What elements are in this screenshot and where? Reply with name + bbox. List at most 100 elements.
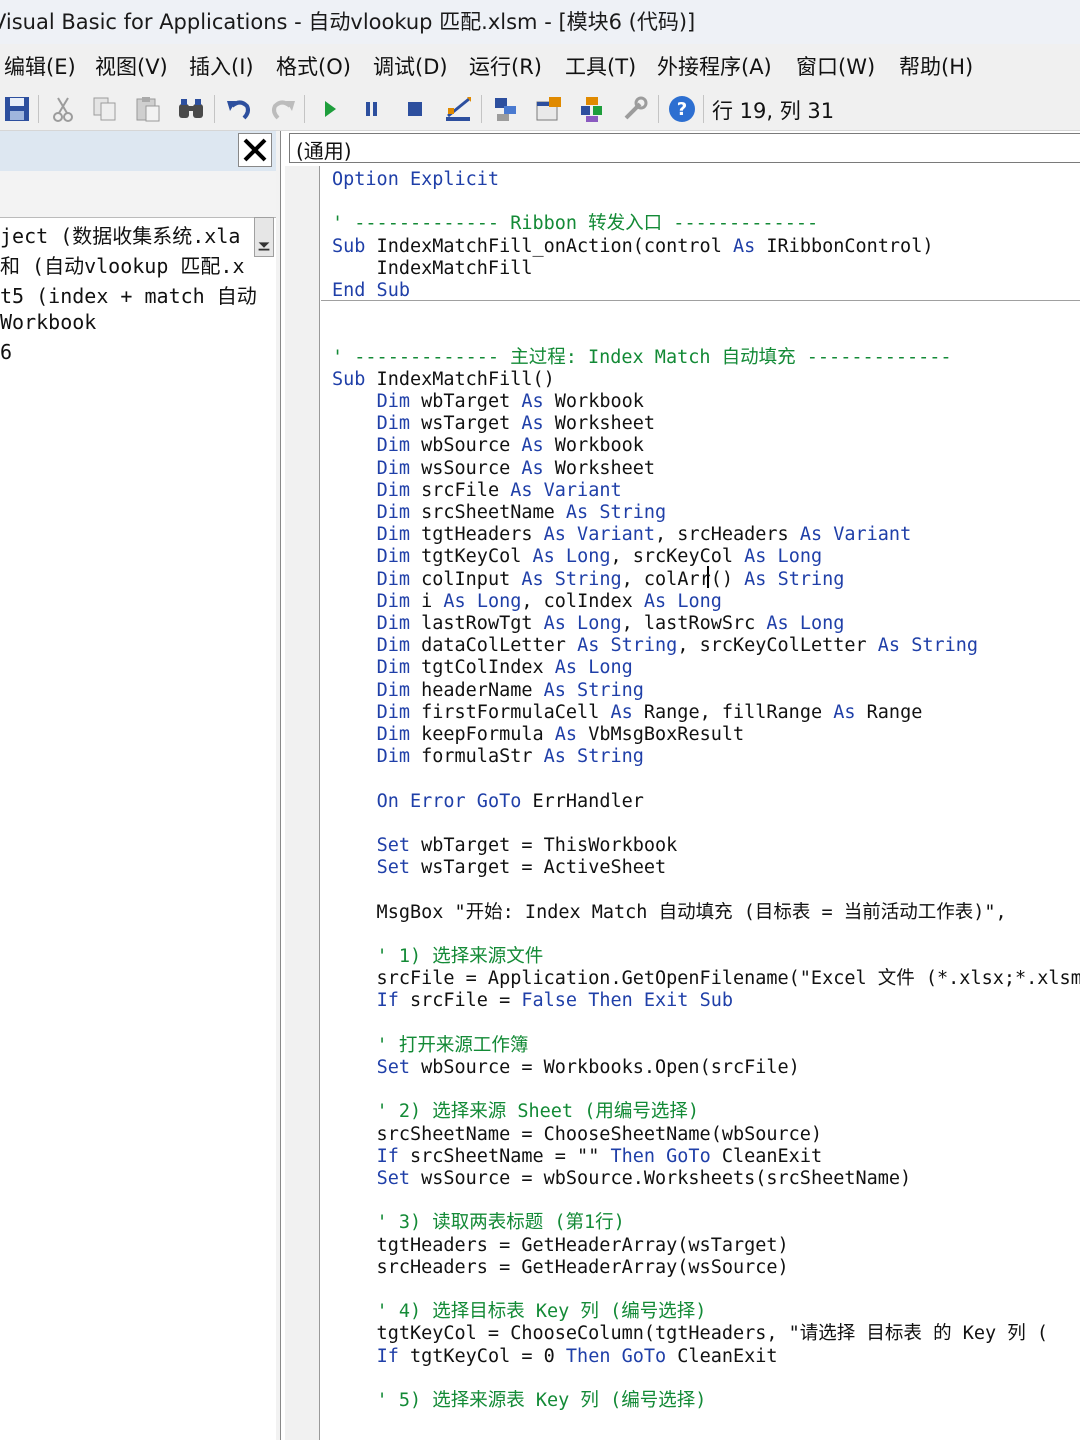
tree-item-workbook[interactable]: 和 (自动vlookup 匹配.x (0, 250, 245, 280)
code-line[interactable]: Dim formulaStr As String (332, 746, 644, 768)
copy-icon[interactable] (90, 94, 120, 124)
code-line[interactable]: Dim headerName As String (332, 680, 644, 702)
code-keyword: Set (376, 857, 410, 879)
code-line[interactable]: On Error GoTo ErrHandler (332, 791, 644, 813)
reset-icon[interactable] (400, 94, 430, 124)
tree-item-thisworkbook[interactable]: Workbook (0, 310, 96, 340)
code-text: , srcHeaders (655, 524, 800, 546)
code-comment: ' 打开来源工作簿 (332, 1034, 529, 1056)
code-keyword: Set (376, 835, 410, 856)
code-line[interactable]: ' 1) 选择来源文件 (332, 946, 544, 968)
code-editor[interactable]: Option Explicit ' ------------- Ribbon 转发… (321, 166, 1080, 1440)
code-line[interactable]: Dim lastRowTgt As Long, lastRowSrc As Lo… (332, 613, 845, 635)
design-mode-icon[interactable] (443, 94, 473, 124)
code-keyword: As Long (554, 657, 633, 679)
code-line[interactable]: If srcFile = False Then Exit Sub (332, 990, 733, 1012)
object-combo-value: (通用) (296, 139, 352, 163)
object-combo[interactable]: (通用) (289, 133, 1080, 163)
code-line[interactable]: Option Explicit (332, 169, 499, 191)
menu-tools[interactable]: 工具(T) (565, 51, 636, 81)
code-line[interactable]: Set wsTarget = ActiveSheet (332, 857, 667, 879)
code-line[interactable]: ' 4) 选择目标表 Key 列 (编号选择) (332, 1301, 707, 1323)
code-line[interactable]: Dim tgtHeaders As Variant, srcHeaders As… (332, 524, 912, 546)
code-keyword: As Long (532, 546, 611, 568)
object-browser-icon[interactable] (577, 94, 607, 124)
code-line[interactable]: Dim srcFile As Variant (332, 480, 622, 502)
code-line[interactable]: MsgBox "开始: Index Match 自动填充 (目标表 = 当前活动… (332, 902, 1007, 924)
break-icon[interactable] (357, 94, 387, 124)
menu-insert[interactable]: 插入(I) (189, 51, 254, 81)
code-text: Workbook (543, 391, 644, 412)
code-line[interactable]: srcHeaders = GetHeaderArray(wsSource) (332, 1257, 789, 1279)
code-keyword: On Error GoTo (376, 790, 522, 812)
menu-window[interactable]: 窗口(W) (796, 51, 875, 81)
code-line[interactable]: Set wsSource = wbSource.Worksheets(srcSh… (332, 1168, 912, 1190)
paste-icon[interactable] (133, 94, 163, 124)
margin-indicator-bar[interactable] (285, 166, 320, 1440)
code-line[interactable]: End Sub (332, 280, 410, 302)
save-icon[interactable] (2, 94, 32, 124)
code-line[interactable]: If srcSheetName = "" Then GoTo CleanExit (332, 1146, 823, 1168)
scroll-down-icon[interactable] (254, 217, 274, 257)
code-line[interactable]: ' 2) 选择来源 Sheet (用编号选择) (332, 1101, 699, 1123)
code-line[interactable]: Sub IndexMatchFill_onAction(control As I… (332, 236, 933, 258)
code-keyword: Dim (376, 479, 410, 501)
code-line[interactable]: Dim srcSheetName As String (332, 502, 667, 524)
code-line[interactable]: Dim wbTarget As Workbook (332, 391, 644, 413)
menu-addins[interactable]: 外接程序(A) (657, 51, 772, 81)
toolbox-icon[interactable] (620, 94, 650, 124)
code-line[interactable]: Dim colInput As String, colArr() As Stri… (332, 568, 845, 591)
code-keyword: As String (521, 568, 622, 590)
properties-icon[interactable] (534, 94, 564, 124)
code-line[interactable]: ' 打开来源工作簿 (332, 1034, 529, 1057)
menu-debug[interactable]: 调试(D) (373, 51, 448, 81)
menu-edit[interactable]: 编辑(E) (4, 51, 76, 81)
code-line[interactable]: Set wbTarget = ThisWorkbook (332, 835, 678, 857)
code-line[interactable]: Dim wsTarget As Worksheet (332, 413, 655, 435)
code-keyword: Set (376, 1057, 410, 1078)
cut-icon[interactable] (48, 94, 78, 124)
code-line[interactable]: ' ------------- 主过程: Index Match 自动填充 --… (332, 347, 952, 369)
code-text: CleanExit (666, 1345, 778, 1367)
tree-item-module[interactable]: 6 (0, 340, 12, 370)
code-line[interactable]: IndexMatchFill (332, 258, 533, 280)
menu-help[interactable]: 帮助(H) (899, 51, 973, 81)
menu-format[interactable]: 格式(O) (276, 51, 351, 81)
menu-run[interactable]: 运行(R) (469, 51, 542, 81)
code-keyword: Dim (376, 568, 410, 590)
code-line[interactable]: Sub IndexMatchFill() (332, 369, 555, 391)
code-line[interactable]: Dim tgtColIndex As Long (332, 657, 633, 679)
code-line[interactable]: Dim i As Long, colIndex As Long (332, 591, 722, 613)
code-line[interactable]: tgtHeaders = GetHeaderArray(wsTarget) (332, 1235, 789, 1257)
code-keyword: Dim (376, 657, 410, 679)
code-text: headerName (409, 679, 544, 701)
title-bar: Visual Basic for Applications - 自动vlooku… (0, 0, 1080, 44)
code-line[interactable]: Dim tgtKeyCol As Long, srcKeyCol As Long (332, 546, 823, 568)
code-keyword: Dim (376, 391, 410, 412)
code-line[interactable]: tgtKeyCol = ChooseColumn(tgtHeaders, "请选… (332, 1323, 1049, 1345)
code-line[interactable]: Dim keepFormula As VbMsgBoxResult (332, 724, 745, 746)
code-line[interactable]: ' ------------- Ribbon 转发入口 ------------… (332, 213, 818, 235)
code-line[interactable]: Dim wsSource As Worksheet (332, 458, 655, 480)
redo-icon[interactable] (268, 94, 298, 124)
project-explorer-icon[interactable] (491, 94, 521, 124)
find-icon[interactable] (176, 94, 206, 124)
tree-item-sheet[interactable]: t5 (index + match 自动 (0, 280, 257, 310)
menu-view[interactable]: 视图(V) (95, 51, 168, 81)
tree-item-project[interactable]: ject (数据收集系统.xla (0, 220, 240, 250)
code-line[interactable]: Dim wbSource As Workbook (332, 435, 644, 457)
help-icon[interactable]: ? (667, 94, 697, 124)
close-icon[interactable] (238, 133, 272, 167)
code-line[interactable]: ' 3) 读取两表标题 (第1行) (332, 1212, 625, 1234)
code-line[interactable]: ' 5) 选择来源表 Key 列 (编号选择) (332, 1390, 707, 1412)
undo-icon[interactable] (224, 94, 254, 124)
code-line[interactable]: If tgtKeyCol = 0 Then GoTo CleanExit (332, 1346, 778, 1368)
code-line[interactable]: srcSheetName = ChooseSheetName(wbSource) (332, 1124, 823, 1146)
code-line[interactable]: Dim firstFormulaCell As Range, fillRange… (332, 702, 923, 724)
code-line[interactable]: Dim dataColLetter As String, srcKeyColLe… (332, 635, 978, 657)
run-icon[interactable] (315, 94, 345, 124)
code-line[interactable]: Set wbSource = Workbooks.Open(srcFile) (332, 1057, 800, 1079)
code-line[interactable]: srcFile = Application.GetOpenFilename("E… (332, 968, 1080, 990)
